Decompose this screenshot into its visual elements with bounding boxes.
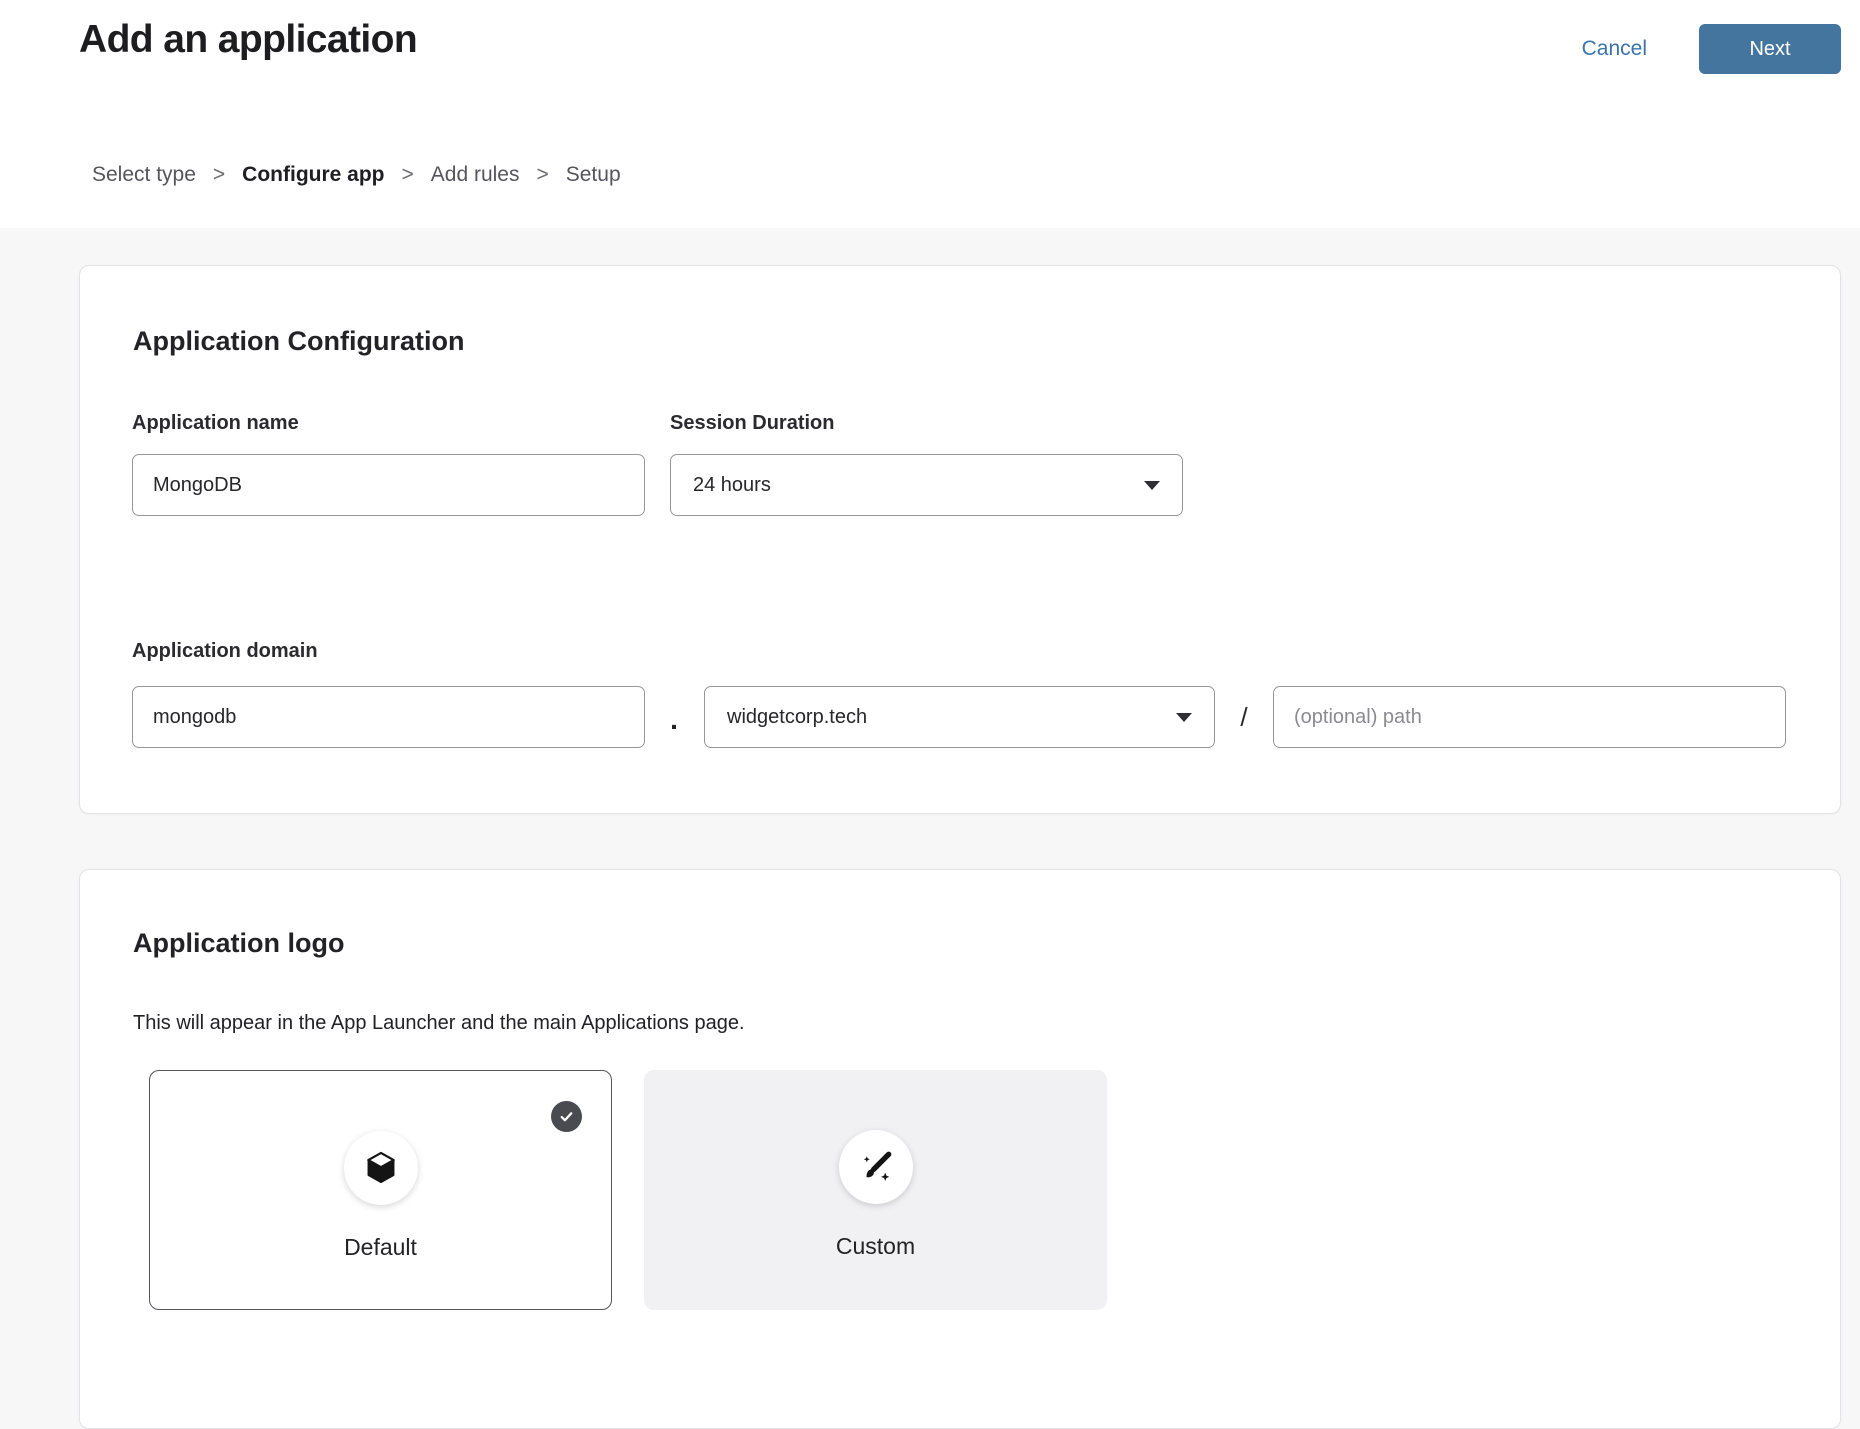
application-logo-card: Application logo This will appear in the… (79, 869, 1841, 1429)
breadcrumb-separator: > (402, 163, 414, 187)
application-name-input[interactable] (132, 454, 645, 516)
domain-select[interactable]: widgetcorp.tech (704, 686, 1215, 748)
next-button[interactable]: Next (1699, 24, 1841, 74)
breadcrumb-step-select-type[interactable]: Select type (92, 163, 196, 187)
chevron-down-icon (1144, 481, 1160, 490)
section-title-application-configuration: Application Configuration (133, 326, 464, 357)
breadcrumb-separator: > (213, 163, 225, 187)
logo-option-default[interactable]: Default (149, 1070, 612, 1310)
domain-slash-separator: / (1226, 686, 1262, 748)
chevron-down-icon (1176, 713, 1192, 722)
breadcrumb-step-add-rules: Add rules (431, 163, 520, 187)
subdomain-input[interactable] (132, 686, 645, 748)
selected-check-icon (551, 1101, 582, 1132)
domain-dot-separator: . (658, 686, 690, 748)
cube-icon (344, 1131, 418, 1205)
session-duration-select[interactable]: 24 hours (670, 454, 1183, 516)
session-duration-value: 24 hours (693, 474, 771, 497)
section-title-application-logo: Application logo (133, 928, 344, 959)
cancel-button[interactable]: Cancel (1582, 37, 1647, 61)
logo-option-label: Default (150, 1234, 611, 1261)
page-title: Add an application (79, 18, 417, 62)
paintbrush-icon (839, 1130, 913, 1204)
breadcrumb-step-setup: Setup (566, 163, 621, 187)
application-domain-label: Application domain (132, 640, 318, 663)
logo-option-custom[interactable]: Custom (644, 1070, 1107, 1310)
application-configuration-card: Application Configuration Application na… (79, 265, 1841, 814)
breadcrumb-step-configure-app: Configure app (242, 163, 384, 187)
breadcrumb-separator: > (536, 163, 548, 187)
path-input[interactable] (1273, 686, 1786, 748)
domain-value: widgetcorp.tech (727, 706, 867, 729)
session-duration-label: Session Duration (670, 412, 834, 435)
header-actions: Cancel Next (1582, 24, 1841, 74)
application-logo-description: This will appear in the App Launcher and… (133, 1012, 745, 1035)
application-name-label: Application name (132, 412, 299, 435)
breadcrumb: Select type > Configure app > Add rules … (92, 163, 621, 187)
